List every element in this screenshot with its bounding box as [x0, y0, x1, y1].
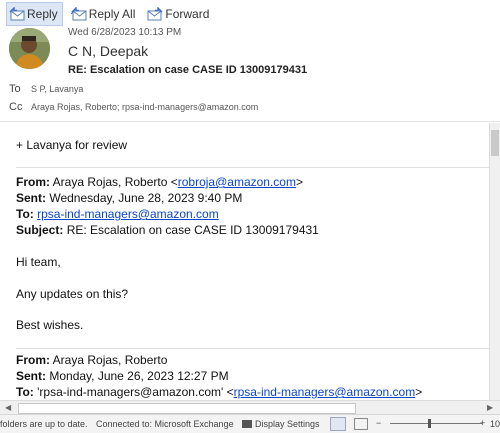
- reply-all-label: Reply All: [88, 7, 136, 21]
- message-date: Wed 6/28/2023 10:13 PM: [68, 27, 182, 38]
- msg2-to-close: >: [415, 385, 423, 399]
- forward-label: Forward: [165, 7, 210, 21]
- msg1-signoff: Best wishes.: [16, 318, 84, 332]
- sender-avatar[interactable]: [9, 28, 50, 69]
- zoom-out-icon[interactable]: −: [376, 418, 381, 428]
- zoom-in-icon[interactable]: +: [480, 418, 485, 428]
- msg2-sent-value: Monday, June 26, 2023 12:27 PM: [49, 369, 229, 383]
- msg1-from-close: >: [295, 175, 303, 189]
- cc-recipients[interactable]: Araya Rojas, Roberto; rpsa-ind-managers@…: [31, 102, 258, 112]
- msg1-from-name: Araya Rojas, Roberto <: [52, 175, 178, 189]
- msg2-from-label: From:: [16, 353, 50, 367]
- scroll-right-icon[interactable]: ▶: [487, 403, 493, 412]
- reply-all-icon: [70, 7, 87, 21]
- msg1-from-label: From:: [16, 175, 50, 189]
- msg1-from-line: From: Araya Rojas, Roberto <robroja@amaz…: [16, 175, 303, 189]
- msg1-sent-value: Wednesday, June 28, 2023 9:40 PM: [49, 191, 243, 205]
- vertical-scrollbar[interactable]: [489, 123, 500, 400]
- sync-status: folders are up to date.: [0, 419, 88, 429]
- msg1-greeting: Hi team,: [16, 255, 61, 269]
- cc-label: Cc: [9, 101, 23, 113]
- msg2-to-line: To: 'rpsa-ind-managers@amazon.com' <rpsa…: [16, 385, 422, 399]
- to-label: To: [9, 83, 21, 95]
- header-divider: [0, 121, 500, 122]
- msg1-subject-line: Subject: RE: Escalation on case CASE ID …: [16, 223, 319, 237]
- forward-icon: [147, 7, 163, 21]
- message-toolbar: Reply Reply All Forward: [0, 0, 500, 28]
- msg1-from-email-link[interactable]: robroja@amazon.com: [178, 175, 296, 189]
- sender-name[interactable]: C N, Deepak: [68, 43, 148, 59]
- display-settings-icon: [242, 420, 252, 428]
- msg2-to-value: 'rpsa-ind-managers@amazon.com' <: [37, 385, 234, 399]
- reply-button[interactable]: Reply: [6, 2, 63, 26]
- intro-line: + Lavanya for review: [16, 138, 128, 152]
- msg1-to-label: To:: [16, 207, 34, 221]
- status-bar: folders are up to date. Connected to: Mi…: [0, 414, 500, 433]
- msg1-to-email-link[interactable]: rpsa-ind-managers@amazon.com: [37, 207, 219, 221]
- msg2-sent-label: Sent:: [16, 369, 46, 383]
- message-subject: RE: Escalation on case CASE ID 130091794…: [68, 64, 308, 76]
- quote-separator: [16, 167, 489, 168]
- normal-view-icon[interactable]: [330, 417, 346, 431]
- vertical-scroll-thumb[interactable]: [491, 130, 499, 156]
- msg1-to-line: To: rpsa-ind-managers@amazon.com: [16, 207, 219, 221]
- horizontal-scroll-thumb[interactable]: [18, 403, 356, 414]
- message-body[interactable]: + Lavanya for review From: Araya Rojas, …: [0, 123, 489, 400]
- msg2-to-label: To:: [16, 385, 34, 399]
- reading-view-icon[interactable]: [354, 418, 368, 430]
- msg1-subject-label: Subject:: [16, 223, 64, 237]
- msg1-subject-value: RE: Escalation on case CASE ID 130091794…: [66, 223, 319, 237]
- display-settings-button[interactable]: Display Settings: [242, 419, 320, 429]
- zoom-level[interactable]: 10(: [490, 419, 500, 429]
- msg2-sent-line: Sent: Monday, June 26, 2023 12:27 PM: [16, 369, 229, 383]
- scroll-left-icon[interactable]: ◀: [5, 403, 11, 412]
- to-recipients[interactable]: S P, Lavanya: [31, 84, 83, 94]
- display-settings-label: Display Settings: [255, 419, 320, 429]
- quote-separator-2: [16, 348, 489, 349]
- msg1-text: Any updates on this?: [16, 287, 129, 301]
- msg1-sent-line: Sent: Wednesday, June 28, 2023 9:40 PM: [16, 191, 242, 205]
- avatar-photo: [9, 28, 50, 69]
- zoom-slider[interactable]: [390, 423, 482, 424]
- msg2-from-line: From: Araya Rojas, Roberto: [16, 353, 167, 367]
- reply-all-button[interactable]: Reply All: [69, 3, 140, 25]
- zoom-slider-thumb[interactable]: [428, 419, 431, 428]
- forward-button[interactable]: Forward: [145, 3, 213, 25]
- connection-status: Connected to: Microsoft Exchange: [96, 419, 234, 429]
- reply-label: Reply: [27, 7, 58, 21]
- msg2-from-name: Araya Rojas, Roberto: [52, 353, 168, 367]
- msg2-to-email-link[interactable]: rpsa-ind-managers@amazon.com: [234, 385, 416, 399]
- reply-icon: [9, 7, 25, 21]
- msg1-sent-label: Sent:: [16, 191, 46, 205]
